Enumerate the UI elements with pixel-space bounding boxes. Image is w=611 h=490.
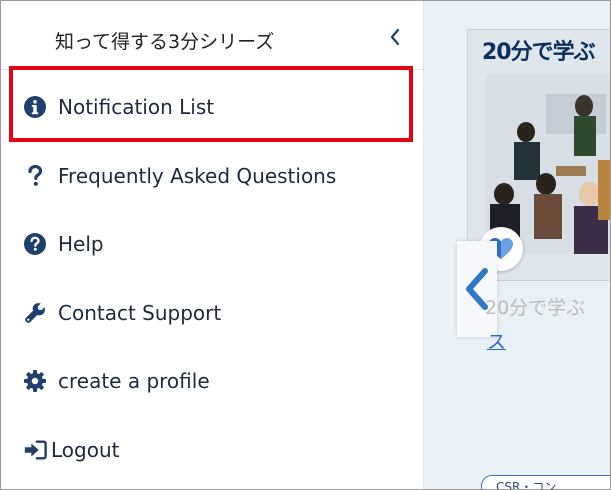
menu-item-label: Logout (51, 438, 120, 462)
card-title: 20分で学ぶ (485, 297, 586, 319)
menu-item-create-profile[interactable]: create a profile (1, 348, 423, 414)
tag-label: CSR・コン (496, 480, 557, 490)
menu-item-notification-list[interactable]: Notification List (1, 74, 423, 140)
logout-icon (23, 438, 47, 462)
chevron-left-icon (390, 28, 400, 46)
drawer-title: 知って得する3分シリーズ (55, 31, 275, 53)
category-tag[interactable]: CSR・コン (481, 475, 610, 490)
side-drawer: 知って得する3分シリーズ Notification List Frequentl… (1, 1, 424, 489)
menu-item-help[interactable]: Help (1, 211, 423, 277)
menu-item-faq[interactable]: Frequently Asked Questions (1, 143, 423, 209)
wrench-icon (23, 301, 47, 325)
info-circle-icon (23, 95, 47, 119)
menu-item-label: create a profile (58, 369, 210, 393)
question-mark-icon (23, 164, 47, 188)
menu-item-contact-support[interactable]: Contact Support (1, 280, 423, 346)
gear-icon (23, 369, 47, 393)
question-circle-icon (23, 232, 47, 256)
drawer-header: 知って得する3分シリーズ (1, 1, 423, 70)
app-frame: 20分で学ぶ 20分で学ぶ ス CSR・コン 知って得する3分シリーズ Noti… (0, 0, 611, 490)
menu-item-label: Contact Support (58, 301, 222, 325)
thumbnail-title: 20分で学ぶ (482, 40, 596, 65)
menu-item-label: Help (58, 232, 104, 256)
menu-item-logout[interactable]: Logout (1, 417, 423, 483)
carousel-prev-button[interactable] (457, 241, 497, 337)
card-link[interactable]: ス (487, 327, 506, 354)
menu-item-label: Frequently Asked Questions (58, 164, 337, 188)
menu-item-label: Notification List (58, 95, 215, 119)
close-drawer-button[interactable] (385, 27, 405, 47)
